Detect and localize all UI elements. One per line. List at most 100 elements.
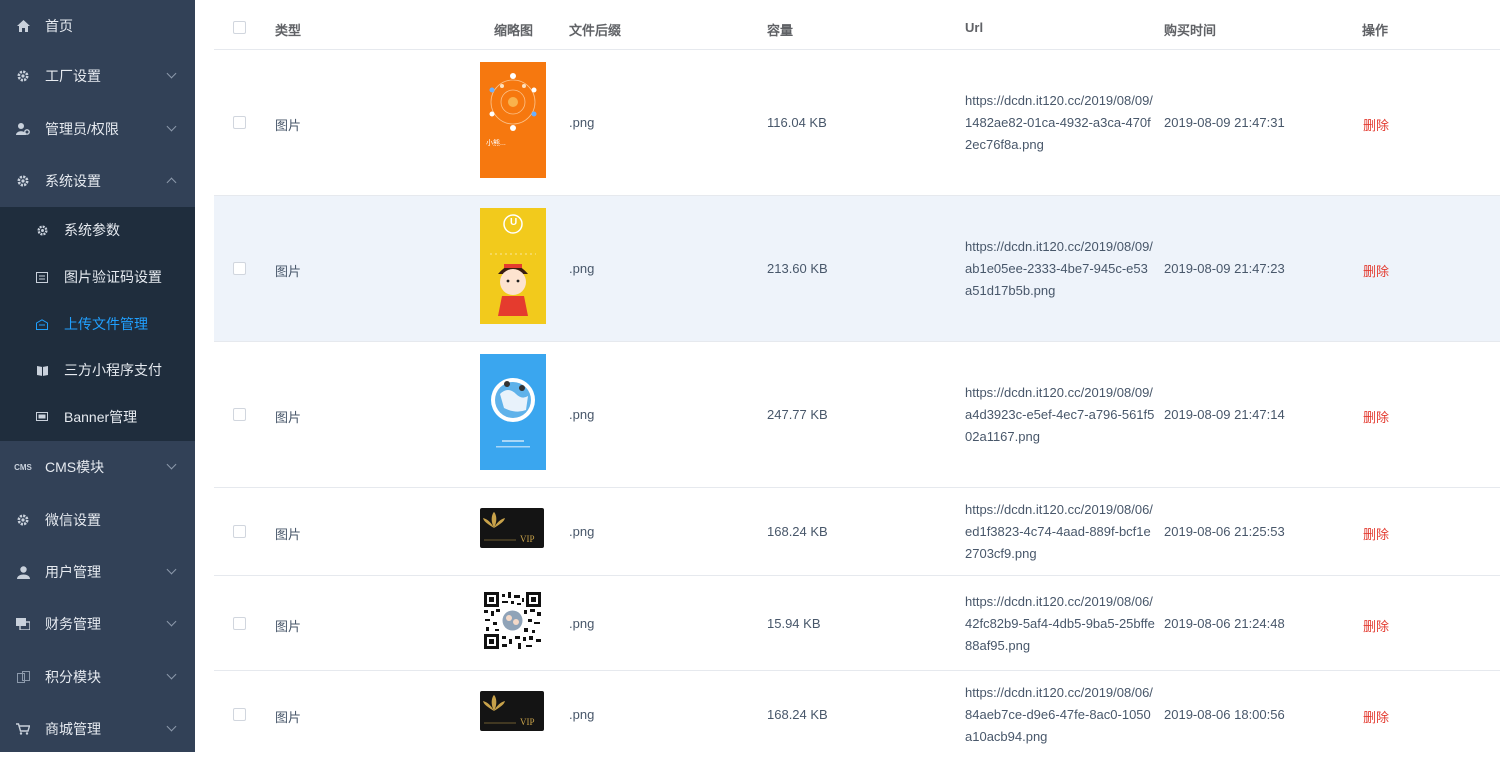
sidebar-item-label: 系统设置 (45, 173, 101, 189)
banner-icon (36, 411, 48, 423)
cell-type: 图片 (275, 710, 302, 725)
cell-extension: .png (569, 407, 595, 422)
qr-code-thumbnail[interactable] (484, 592, 541, 649)
sidebar-item-label: 财务管理 (45, 616, 101, 632)
thumbnail-caption: U (510, 217, 518, 228)
cell-type: 图片 (275, 527, 302, 542)
cell-purchase-time: 2019-08-06 21:24:48 (1164, 616, 1285, 631)
cell-extension: .png (569, 261, 595, 276)
cell-extension: .png (569, 524, 595, 539)
header-size: 容量 (767, 23, 794, 38)
submenu-item-label: 三方小程序支付 (64, 362, 162, 378)
finance-icon (16, 617, 30, 631)
cell-size: 168.24 KB (767, 707, 828, 722)
sidebar-item-label: 积分模块 (45, 669, 101, 685)
delete-button[interactable]: 删除 (1363, 524, 1389, 543)
sidebar-item-admin[interactable]: 管理员/权限 (0, 103, 195, 155)
delete-button[interactable]: 删除 (1363, 261, 1389, 280)
gear-icon (16, 174, 30, 188)
sidebar-item-label: 用户管理 (45, 564, 101, 580)
table-row: 图片 小熊... .png 116.04 KB https://dcdn.it1… (214, 50, 1500, 196)
sidebar-item-label: 商城管理 (45, 721, 101, 737)
thumbnail-image[interactable]: U (480, 208, 546, 324)
captcha-icon (36, 271, 48, 283)
header-url: Url (965, 20, 984, 35)
cell-type: 图片 (275, 410, 302, 425)
sidebar-item-shop[interactable]: 商城管理 (0, 703, 195, 755)
thumbnail-image[interactable]: VIP (480, 508, 544, 548)
delete-button[interactable]: 删除 (1363, 115, 1389, 134)
cell-type: 图片 (275, 619, 302, 634)
sidebar-item-wechat[interactable]: 微信设置 (0, 494, 195, 546)
points-icon (16, 670, 30, 684)
header-type: 类型 (275, 23, 302, 38)
cell-purchase-time: 2019-08-06 21:25:53 (1164, 524, 1285, 539)
gear-icon (16, 513, 30, 527)
table-row: 图片 .png 15.94 KB https://dcdn.it120.cc/2… (214, 576, 1500, 671)
cell-url: https://dcdn.it120.cc/2019/08/06/42fc82b… (965, 594, 1155, 653)
submenu-item-miniprogram-pay[interactable]: 三方小程序支付 (0, 347, 195, 393)
thumbnail-image[interactable] (480, 354, 546, 470)
delete-button[interactable]: 删除 (1363, 616, 1389, 635)
chevron-down-icon (166, 721, 177, 732)
sidebar-item-finance[interactable]: 财务管理 (0, 598, 195, 650)
delete-button[interactable]: 删除 (1363, 707, 1389, 726)
sidebar-item-system-settings[interactable]: 系统设置 (0, 155, 195, 207)
row-checkbox[interactable] (233, 408, 246, 421)
submenu-item-captcha[interactable]: 图片验证码设置 (0, 254, 195, 300)
cell-size: 168.24 KB (767, 524, 828, 539)
gear-icon (16, 69, 30, 83)
book-icon (36, 364, 48, 376)
system-settings-submenu: 系统参数 图片验证码设置 上传文件管理 三方小程序支付 Banner管理 (0, 207, 195, 441)
submenu-item-banner[interactable]: Banner管理 (0, 394, 195, 440)
sidebar-item-label: CMS模块 (45, 459, 105, 475)
submenu-item-upload-files[interactable]: 上传文件管理 (0, 301, 195, 347)
chevron-up-icon (166, 177, 177, 188)
sidebar-item-factory[interactable]: 工厂设置 (0, 50, 195, 102)
cell-size: 213.60 KB (767, 261, 828, 276)
thumbnail-caption: VIP (520, 717, 535, 727)
table-row: 图片 VIP .png 168.24 KB https://dcdn.it120… (214, 671, 1500, 761)
submenu-item-system-params[interactable]: 系统参数 (0, 207, 195, 253)
sidebar-item-points[interactable]: 积分模块 (0, 651, 195, 703)
cell-url: https://dcdn.it120.cc/2019/08/06/ed1f382… (965, 502, 1153, 561)
thumbnail-image[interactable]: 小熊... (480, 62, 546, 178)
cell-size: 15.94 KB (767, 616, 821, 631)
delete-button[interactable]: 删除 (1363, 407, 1389, 426)
submenu-item-label: 图片验证码设置 (64, 269, 162, 285)
shop-icon (16, 722, 30, 736)
chevron-down-icon (166, 564, 177, 575)
row-checkbox[interactable] (233, 262, 246, 275)
thumbnail-caption: VIP (520, 534, 535, 544)
cell-extension: .png (569, 707, 595, 722)
sidebar-item-label: 管理员/权限 (45, 121, 119, 137)
sidebar-item-home[interactable]: 首页 (0, 0, 195, 52)
cell-type: 图片 (275, 118, 302, 133)
sidebar-item-cms[interactable]: CMS CMS模块 (0, 441, 195, 493)
cell-purchase-time: 2019-08-09 21:47:23 (1164, 261, 1285, 276)
select-all-checkbox[interactable] (233, 21, 246, 34)
chevron-down-icon (166, 669, 177, 680)
row-checkbox[interactable] (233, 617, 246, 630)
thumbnail-image[interactable]: VIP (480, 691, 544, 731)
cell-extension: .png (569, 616, 595, 631)
row-checkbox[interactable] (233, 116, 246, 129)
header-action: 操作 (1362, 23, 1389, 38)
cell-url: https://dcdn.it120.cc/2019/08/09/ab1e05e… (965, 239, 1153, 298)
row-checkbox[interactable] (233, 708, 246, 721)
home-icon (16, 19, 30, 33)
admin-icon (16, 122, 30, 136)
upload-icon (36, 318, 48, 330)
gear-icon (36, 224, 48, 236)
cell-size: 247.77 KB (767, 407, 828, 422)
chevron-down-icon (166, 121, 177, 132)
user-icon (16, 565, 30, 579)
cms-icon: CMS (14, 462, 32, 472)
submenu-item-label: Banner管理 (64, 409, 138, 425)
chevron-down-icon (166, 68, 177, 79)
row-checkbox[interactable] (233, 525, 246, 538)
sidebar-item-users[interactable]: 用户管理 (0, 546, 195, 598)
cell-url: https://dcdn.it120.cc/2019/08/06/84aeb7c… (965, 685, 1153, 744)
cell-purchase-time: 2019-08-06 18:00:56 (1164, 707, 1285, 722)
cell-extension: .png (569, 115, 595, 130)
